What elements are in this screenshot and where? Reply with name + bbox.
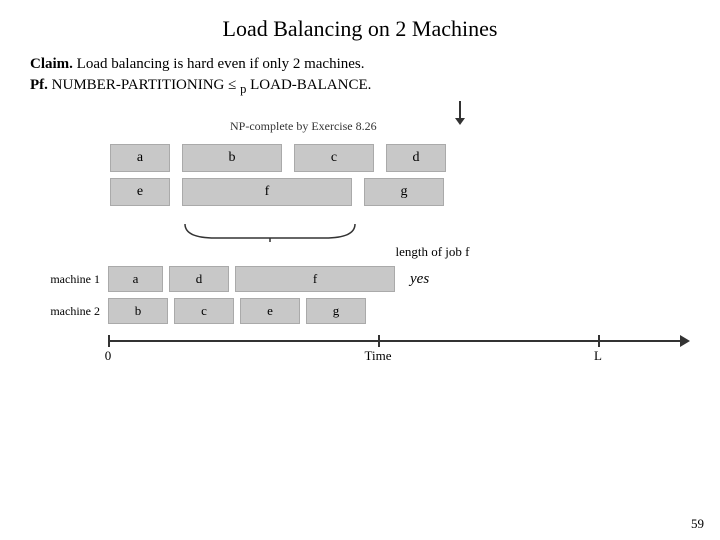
claim-label: Claim.	[30, 56, 73, 72]
brace-section: length of job f	[175, 220, 690, 260]
job-box-g: g	[364, 178, 444, 206]
pf-label: Pf.	[30, 77, 48, 93]
tick-0-label: 0	[105, 348, 112, 364]
tick-0	[108, 335, 110, 347]
timeline-arrow	[680, 335, 690, 347]
machine-1-job-d: d	[169, 266, 229, 292]
tick-middle	[378, 335, 380, 347]
machine-2-row: machine 2 b c e g	[50, 298, 690, 324]
timeline: 0 Time L	[108, 332, 688, 360]
claim-text: Claim. Load balancing is hard even if on…	[30, 56, 690, 73]
np-label: NP-complete by Exercise 8.26	[230, 119, 377, 134]
np-arrow	[459, 101, 461, 119]
machine-1-row: machine 1 a d f yes	[50, 266, 690, 292]
page: Load Balancing on 2 Machines Claim. Load…	[0, 0, 720, 540]
machine-1-job-a: a	[108, 266, 163, 292]
tick-middle-label: Time	[365, 348, 392, 364]
pf-text: Pf. NUMBER-PARTITIONING ≤ p LOAD-BALANCE…	[30, 77, 690, 97]
job-row-1: a b c d	[110, 144, 450, 172]
machines-section: machine 1 a d f yes machine 2 b c e g	[50, 266, 690, 324]
brace-svg	[175, 220, 365, 242]
yes-label: yes	[410, 271, 429, 288]
job-box-b: b	[182, 144, 282, 172]
brace-label: length of job f	[175, 244, 690, 260]
machine-2-job-b: b	[108, 298, 168, 324]
timeline-line	[108, 340, 688, 342]
job-box-a: a	[110, 144, 170, 172]
machine-2-label: machine 2	[50, 304, 108, 319]
page-title: Load Balancing on 2 Machines	[30, 10, 690, 42]
machine-2-job-g: g	[306, 298, 366, 324]
job-box-d: d	[386, 144, 446, 172]
machine-1-label: machine 1	[50, 272, 108, 287]
job-box-f: f	[182, 178, 352, 206]
pf-body: NUMBER-PARTITIONING ≤ p LOAD-BALANCE.	[48, 77, 371, 93]
machine-2-job-e: e	[240, 298, 300, 324]
tick-l	[598, 335, 600, 347]
job-box-c: c	[294, 144, 374, 172]
claim-body: Load balancing is hard even if only 2 ma…	[73, 56, 365, 72]
np-section: NP-complete by Exercise 8.26	[230, 101, 690, 134]
job-box-e: e	[110, 178, 170, 206]
page-number: 59	[691, 516, 704, 532]
jobs-section: a b c d e f g	[110, 144, 690, 212]
machine-2-job-c: c	[174, 298, 234, 324]
tick-l-label: L	[594, 348, 602, 364]
pf-subscript: p	[240, 82, 246, 96]
job-row-2: e f g	[110, 178, 448, 206]
machine-1-job-f: f	[235, 266, 395, 292]
